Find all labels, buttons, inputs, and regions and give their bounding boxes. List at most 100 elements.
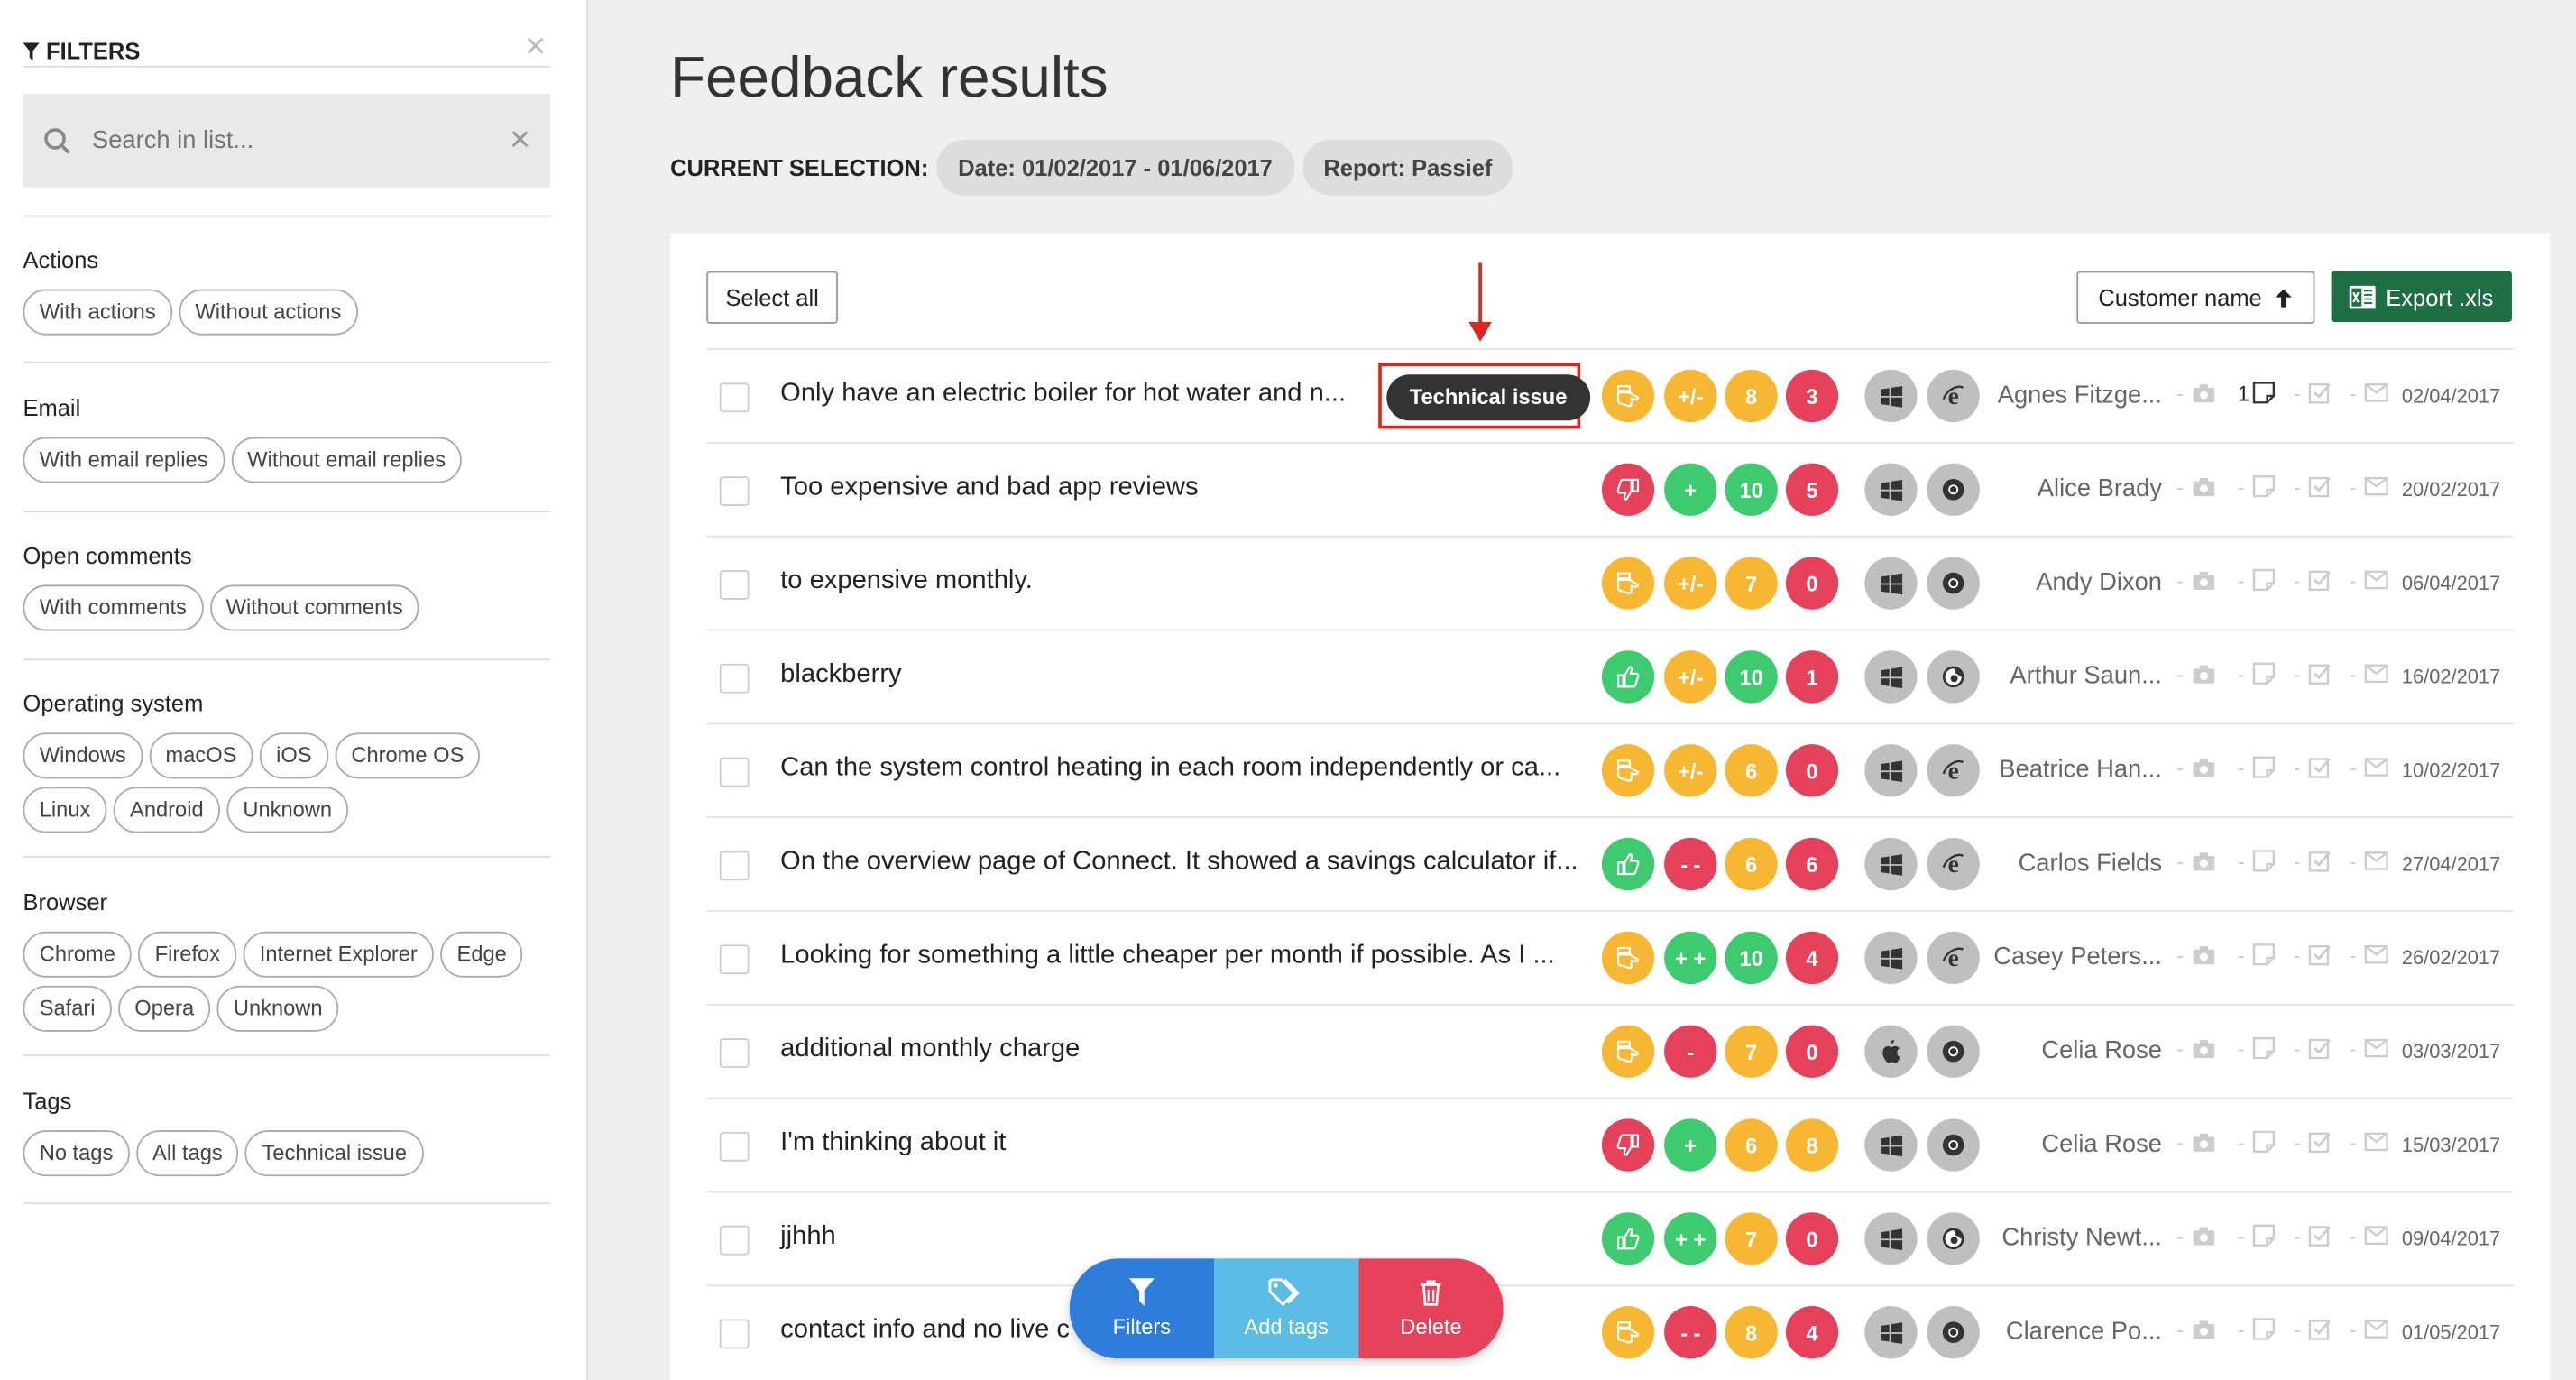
filter-chip[interactable]: Firefox [138,931,237,978]
filter-chip[interactable]: Safari [23,985,112,1032]
report-pill[interactable]: Report: Passief [1302,139,1514,196]
row-checkbox[interactable] [719,663,750,694]
table-row[interactable]: Too expensive and bad app reviews +10 5 Ali… [706,441,2514,536]
filter-chip[interactable]: Chrome [23,931,133,978]
row-checkbox[interactable] [719,1225,750,1256]
note-icon[interactable] [2252,1224,2276,1247]
row-checkbox[interactable] [719,382,750,413]
filters-button[interactable]: Filters [1069,1258,1215,1359]
camera-icon[interactable] [2192,382,2216,404]
email-icon[interactable] [2364,1132,2388,1152]
customer-name[interactable]: Arthur Saun... [2010,662,2162,690]
email-icon[interactable] [2364,1038,2388,1058]
note-icon[interactable] [2252,1318,2276,1341]
row-checkbox[interactable] [719,1038,750,1068]
table-row[interactable]: blackberry +/- 10 1 Arthur Saun... - - - -16/02/… [706,629,2514,723]
filter-chip[interactable]: macOS [149,732,253,779]
email-icon[interactable] [2364,851,2388,871]
checklist-icon[interactable] [2308,850,2332,873]
row-checkbox[interactable] [719,757,750,787]
camera-icon[interactable] [2192,476,2216,498]
select-all-button[interactable]: Select all [706,271,838,324]
camera-icon[interactable] [2192,1226,2216,1247]
camera-icon[interactable] [2192,851,2216,873]
checklist-icon[interactable] [2308,1224,2332,1247]
table-row[interactable]: to expensive monthly. +/- 7 0 Andy Dixon - - - -… [706,535,2514,630]
customer-name[interactable]: Clarence Po... [2006,1318,2162,1346]
filter-chip[interactable]: Windows [23,732,143,779]
note-icon[interactable] [2252,1130,2276,1154]
feedback-comment[interactable]: Can the system control heating in each r… [780,754,1560,784]
email-icon[interactable] [2364,758,2388,777]
add-tags-button[interactable]: Add tags [1214,1258,1359,1359]
camera-icon[interactable] [2192,664,2216,685]
table-row[interactable]: On the overview page of Connect. It show… [706,816,2514,910]
customer-name[interactable]: Casey Peters... [1993,943,2162,971]
filter-chip[interactable]: Chrome OS [335,732,481,779]
checklist-icon[interactable] [2308,568,2332,592]
checklist-icon[interactable] [2308,1130,2332,1154]
sort-customer-button[interactable]: Customer name [2076,271,2315,324]
search-input[interactable] [88,124,490,157]
note-icon[interactable] [2252,474,2276,498]
camera-icon[interactable] [2192,1132,2216,1154]
note-icon[interactable] [2252,662,2276,685]
filter-chip[interactable]: Without actions [179,289,358,336]
filter-chip[interactable]: All tags [135,1130,239,1177]
checklist-icon[interactable] [2308,1036,2332,1060]
feedback-comment[interactable]: contact info and no live c [780,1316,1070,1346]
table-row[interactable]: additional monthly charge -7 0 Celia Rose - -… [706,1003,2514,1098]
filter-chip[interactable]: With comments [23,584,204,631]
checklist-icon[interactable] [2308,382,2332,405]
checklist-icon[interactable] [2308,662,2332,685]
clear-search-icon[interactable]: × [510,121,530,158]
filter-chip[interactable]: Android [113,787,220,833]
feedback-comment[interactable]: blackberry [780,660,901,690]
email-icon[interactable] [2364,1226,2388,1246]
row-checkbox[interactable] [719,1319,750,1349]
filter-chip[interactable]: Opera [118,985,211,1032]
feedback-comment[interactable]: Looking for something a little cheaper p… [780,942,1555,971]
feedback-comment[interactable]: additional monthly charge [780,1035,1080,1065]
row-checkbox[interactable] [719,851,750,881]
feedback-comment[interactable]: Too expensive and bad app reviews [780,474,1198,503]
checklist-icon[interactable] [2308,1318,2332,1341]
customer-name[interactable]: Celia Rose [2041,1036,2162,1064]
table-row[interactable]: jjhhh + +7 0 Christy Newt... - - - -09/04/2017 [706,1191,2514,1285]
table-row[interactable]: Can the system control heating in each r… [706,722,2514,816]
table-row[interactable]: Only have an electric boiler for hot wat… [706,348,2514,442]
email-icon[interactable] [2364,664,2388,684]
filter-chip[interactable]: iOS [259,732,328,779]
feedback-comment[interactable]: jjhhh [780,1222,836,1252]
filter-chip[interactable]: No tags [23,1130,130,1177]
filter-chip[interactable]: Unknown [216,985,339,1032]
feedback-comment[interactable]: I'm thinking about it [780,1128,1006,1158]
customer-name[interactable]: Beatrice Han... [1999,756,2162,784]
feedback-comment[interactable]: to expensive monthly. [780,566,1033,596]
email-icon[interactable] [2364,944,2388,964]
camera-icon[interactable] [2192,1038,2216,1060]
customer-name[interactable]: Agnes Fitzge... [1998,382,2162,409]
note-icon[interactable] [2252,1036,2276,1060]
camera-icon[interactable] [2192,1320,2216,1341]
filter-chip[interactable]: Without email replies [231,437,463,483]
filter-chip[interactable]: Unknown [226,787,349,833]
tag-badge[interactable]: Technical issue [1386,374,1590,421]
email-icon[interactable] [2364,382,2388,402]
note-icon[interactable] [2252,382,2276,405]
customer-name[interactable]: Celia Rose [2041,1130,2162,1158]
customer-name[interactable]: Christy Newt... [2001,1224,2162,1252]
filter-chip[interactable]: With email replies [23,437,225,483]
export-xls-button[interactable]: Export .xls [2331,271,2512,323]
note-icon[interactable] [2252,943,2276,967]
filter-chip[interactable]: With actions [23,289,172,336]
camera-icon[interactable] [2192,758,2216,779]
email-icon[interactable] [2364,1320,2388,1339]
filter-chip[interactable]: Linux [23,787,107,833]
checklist-icon[interactable] [2308,474,2332,498]
filter-chip[interactable]: Without comments [209,584,419,631]
feedback-comment[interactable]: On the overview page of Connect. It show… [780,848,1578,878]
customer-name[interactable]: Andy Dixon [2036,568,2162,596]
checklist-icon[interactable] [2308,943,2332,967]
filter-chip[interactable]: Edge [440,931,524,978]
